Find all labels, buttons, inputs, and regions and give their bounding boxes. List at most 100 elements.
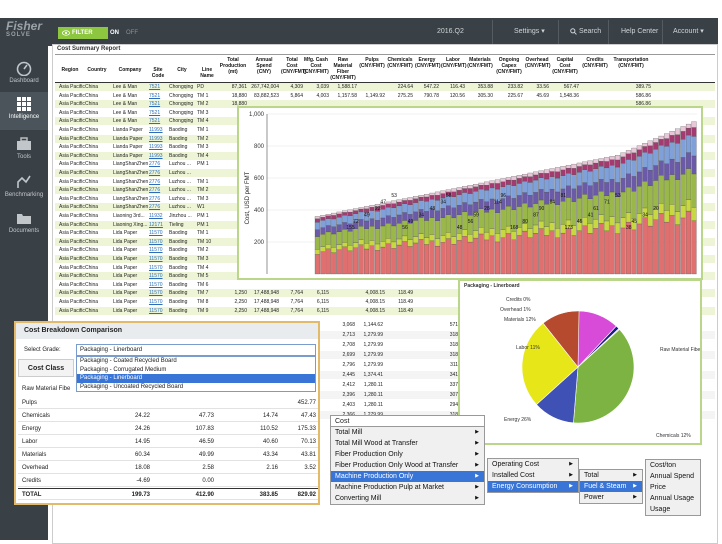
y-tick-label: 200 [254,240,265,246]
account-menu[interactable]: Account ▾ [673,26,704,38]
column-header[interactable]: Raw Material Fiber (CNY/FMT) [329,57,357,81]
table-cell[interactable]: 2776 [149,203,160,211]
table-cell[interactable]: 2776 [149,169,160,177]
table-cell[interactable]: 7521 [149,100,160,108]
table-cell[interactable]: 11570 [149,289,163,297]
y-tick-label: 800 [254,144,265,150]
column-header[interactable]: Line Name [197,67,217,79]
column-header[interactable]: Labor (CNY/FMT) [441,57,467,69]
bar-segment [549,230,555,275]
table-cell[interactable]: 11993 [149,152,163,160]
table-cell[interactable]: 11570 [149,229,163,237]
table-cell[interactable]: 12171 [149,221,163,229]
menu-item-installed-cost[interactable]: Installed Cost ▶ [488,470,578,481]
bar-segment [407,223,413,240]
menu-item-operating-cost[interactable]: Operating Cost ▶ [488,459,578,470]
menu-item-fiber-production[interactable]: Fiber Production Only ▶ [331,449,484,460]
table-cell[interactable]: 7521 [149,83,160,91]
menu-item-annual-spend[interactable]: Annual Spend [646,471,700,482]
column-header[interactable]: Mfg. Cash Cost (CNY/FMT) [303,57,329,75]
table-row[interactable]: Asia Pacific China Lee & Man 7521 Chongqing T… [55,92,715,100]
table-cell[interactable]: 11570 [149,307,163,315]
filter-toggle-off[interactable]: OFF [126,27,138,39]
column-header[interactable]: Annual Spend (CNY) [249,57,279,75]
column-header[interactable]: Energy (CNY/FMT) [415,57,441,69]
sidebar-item-benchmarking[interactable]: Benchmarking [0,170,48,208]
menu-item-fiber-production-wood[interactable]: Fiber Production Only Wood at Transfer ▶ [331,460,484,471]
table-cell[interactable]: 2776 [149,160,160,168]
menu-item-energy-consumption[interactable]: Energy Consumption ▶ [488,481,578,492]
sidebar-item-tools[interactable]: Tools [0,132,48,170]
grade-option[interactable]: Packaging - Coated Recycled Board [77,357,315,366]
table-cell[interactable]: 11993 [149,143,163,151]
table-cell[interactable]: 2776 [149,195,160,203]
breakdown-label: Overhead [22,465,49,471]
table-cell[interactable]: 11993 [149,126,163,134]
bar-segment [533,192,539,204]
menu-item-power[interactable]: Power ▶ [580,492,642,503]
breakdown-row: Materials 60.34 49.99 43.34 43.81 [18,449,318,461]
sidebar-item-documents[interactable]: Documents [0,206,48,244]
filter-button[interactable]: FILTER [58,27,108,39]
column-header[interactable]: Transportation (CNY/FMT) [611,57,651,69]
table-cell: 2,713 [342,332,355,338]
column-header[interactable]: Capital Cost (CNY/FMT) [551,57,579,75]
bar-segment [347,215,353,224]
table-cell[interactable]: 2776 [149,186,160,194]
filter-toggle-on[interactable]: ON [110,27,119,39]
menu-item-machine-production-pulp[interactable]: Machine Production Pulp at Market ▶ [331,482,484,493]
column-header[interactable]: Company [113,67,147,73]
table-cell[interactable]: 7521 [149,117,160,125]
menu-item-machine-production[interactable]: Machine Production Only ▶ [331,471,484,482]
grade-option[interactable]: Packaging - Uncoated Recycled Board [77,383,315,392]
column-header[interactable]: Total Cost (CNY/FMT) [281,57,307,75]
menu-item-cost-ton[interactable]: Cost/ton [646,460,700,471]
bar-segment [642,143,648,147]
grade-select[interactable]: Packaging - Linerboard [76,344,316,356]
column-header[interactable]: City [169,67,195,73]
grade-option-selected[interactable]: Packaging - Linerboard [77,374,315,383]
table-cell[interactable]: 11570 [149,246,163,254]
period-selector[interactable]: 2016.Q2 [437,26,464,38]
column-header[interactable]: Materials (CNY/FMT) [467,57,493,69]
table-cell[interactable]: 11993 [149,135,163,143]
menu-item-converting-mill[interactable]: Converting Mill ▶ [331,493,484,504]
sidebar-item-intelligence[interactable]: Intelligence [0,92,48,130]
table-cell[interactable]: 11570 [149,264,163,272]
column-header[interactable]: Pulps (CNY/FMT) [359,57,385,69]
table-cell[interactable]: 11570 [149,255,163,263]
table-cell[interactable]: 7521 [149,92,160,100]
column-header[interactable]: Ongoing Capex (CNY/FMT) [495,57,523,75]
help-center-link[interactable]: Help Center [621,26,658,38]
column-header[interactable]: Credits (CNY/FMT) [581,57,609,69]
settings-menu[interactable]: Settings ▾ [514,26,545,38]
menu-item-price[interactable]: Price [646,482,700,493]
menu-item-usage[interactable]: Usage [646,504,700,515]
bar-segment [353,210,359,214]
table-cell[interactable]: 7521 [149,109,160,117]
column-header[interactable]: Site Code [149,67,167,79]
menu-item-total[interactable]: Total ▶ [580,470,642,481]
menu-item-annual-usage[interactable]: Annual Usage [646,493,700,504]
table-cell[interactable]: 11932 [149,212,163,220]
table-cell[interactable]: 11570 [149,281,163,289]
table-cell[interactable]: 11570 [149,298,163,306]
column-header[interactable]: Region [59,67,81,73]
column-header[interactable]: Total Production (mt) [219,57,247,75]
table-cell[interactable]: 2776 [149,178,160,186]
column-header[interactable]: Overhead (CNY/FMT) [525,57,551,69]
menu-item-total-mill-wood[interactable]: Total Mill Wood at Transfer ▶ [331,438,484,449]
table-cell[interactable]: 11570 [149,238,163,246]
menu-item-fuel-steam[interactable]: Fuel & Steam ▶ [580,481,642,492]
table-cell[interactable]: 11570 [149,272,163,280]
sidebar-item-dashboard[interactable]: Dashboard [0,56,48,94]
column-header[interactable]: Chemicals (CNY/FMT) [387,57,413,69]
divider [608,20,609,44]
bar-segment [576,230,582,275]
grade-option[interactable]: Packaging - Corrugated Medium [77,366,315,375]
column-header[interactable]: Country [85,67,109,73]
menu-item-total-mill[interactable]: Total Mill ▶ [331,427,484,438]
table-row[interactable]: Asia Pacific China Lee & Man 7521 Chongqing P… [55,83,715,91]
bar-segment [598,223,604,275]
search-button[interactable]: Search [570,26,601,38]
